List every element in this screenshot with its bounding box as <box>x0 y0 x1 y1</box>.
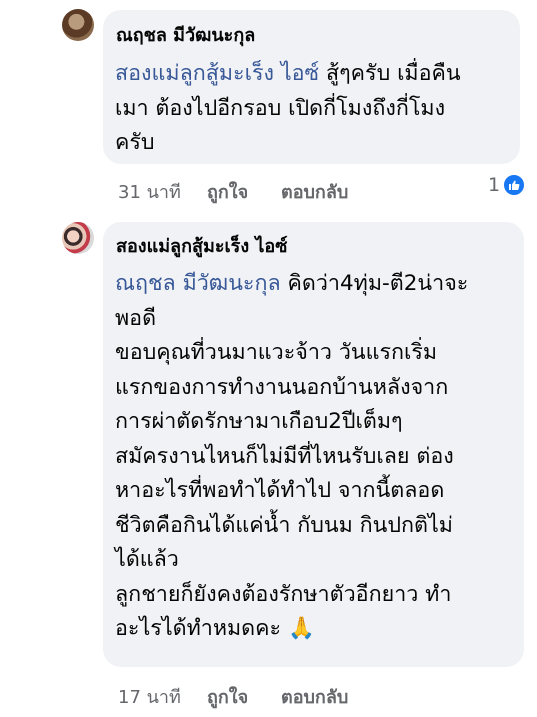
mention-link-1[interactable]: สองแม่ลูกสู้มะเร็ง ไอซ์ <box>115 61 319 86</box>
comment-line: สู้ๆครับ เมื่อคืน <box>326 61 461 86</box>
comment-author-1[interactable]: ณฤชล มีวัฒนะกุล <box>116 24 255 48</box>
comment-line: การผ่าตัดรักษามาเกือบ2ปีเต็มๆ <box>115 409 403 434</box>
timestamp[interactable]: 17 นาที <box>118 682 181 711</box>
comment-line: เมา ต้องไปอีกรอบ เปิดกี่โมงถึงกี่โมง <box>115 95 446 121</box>
comment-bubble-1: ณฤชล มีวัฒนะกุล สองแม่ลูกสู้มะเร็ง ไอซ์ … <box>103 10 520 164</box>
comment-meta-2: 17 นาที ถูกใจ ตอบกลับ <box>118 682 418 708</box>
like-button[interactable]: ถูกใจ <box>207 177 248 206</box>
comment-line: อะไรได้ทำหมดคะ <box>115 616 282 641</box>
comment-line: ขอบคุณที่วนมาแวะจ้าว วันแรกเริ่ม <box>115 340 438 365</box>
comment-meta-1: 31 นาที ถูกใจ ตอบกลับ <box>118 177 418 203</box>
avatar-commenter-1[interactable] <box>62 9 94 41</box>
reply-button[interactable]: ตอบกลับ <box>281 177 348 206</box>
comment-line: ครับ <box>115 130 155 155</box>
comment-line: หาอะไรที่พอทำได้ทำไป จากนี้ตลอด <box>115 478 445 503</box>
reply-button[interactable]: ตอบกลับ <box>281 682 348 711</box>
avatar-commenter-2[interactable] <box>62 222 94 254</box>
comment-text-1: สองแม่ลูกสู้มะเร็ง ไอซ์ สู้ๆครับ เมื่อคื… <box>115 57 461 161</box>
folded-hands-emoji: 🙏 <box>287 616 315 641</box>
timestamp[interactable]: 31 นาที <box>118 177 181 206</box>
comment-line: ชีวิตคือกินได้แค่น้ำ กับนม กินปกติไม่ <box>115 512 453 538</box>
comment-line: พอดี <box>115 305 157 331</box>
mention-link-2[interactable]: ณฤชล มีวัฒนะกุล <box>115 271 281 296</box>
comment-line: ได้แล้ว <box>115 547 179 572</box>
like-button[interactable]: ถูกใจ <box>207 682 248 711</box>
reaction-summary[interactable]: 1 <box>488 173 527 197</box>
comment-line: คิดว่า4ทุ่ม-ตี2น่าจะ <box>287 271 469 296</box>
thumbs-up-icon <box>502 173 527 197</box>
comment-author-2[interactable]: สองแม่ลูกสู้มะเร็ง ไอซ์ <box>116 235 287 259</box>
comment-line: สมัครงานไหนก็ไม่มีที่ไหนรับเลย ต่อง <box>115 443 454 469</box>
comment-line: ลูกชายก็ยังคงต้องรักษาตัวอีกยาว ทำ <box>115 581 452 607</box>
comment-line: แรกของการทำงานนอกบ้านหลังจาก <box>115 374 449 400</box>
comment-text-2: ณฤชล มีวัฒนะกุล คิดว่า4ทุ่ม-ตี2น่าจะ พอด… <box>115 267 468 647</box>
comment-bubble-2: สองแม่ลูกสู้มะเร็ง ไอซ์ ณฤชล มีวัฒนะกุล … <box>103 222 524 667</box>
reaction-count: 1 <box>488 174 501 196</box>
